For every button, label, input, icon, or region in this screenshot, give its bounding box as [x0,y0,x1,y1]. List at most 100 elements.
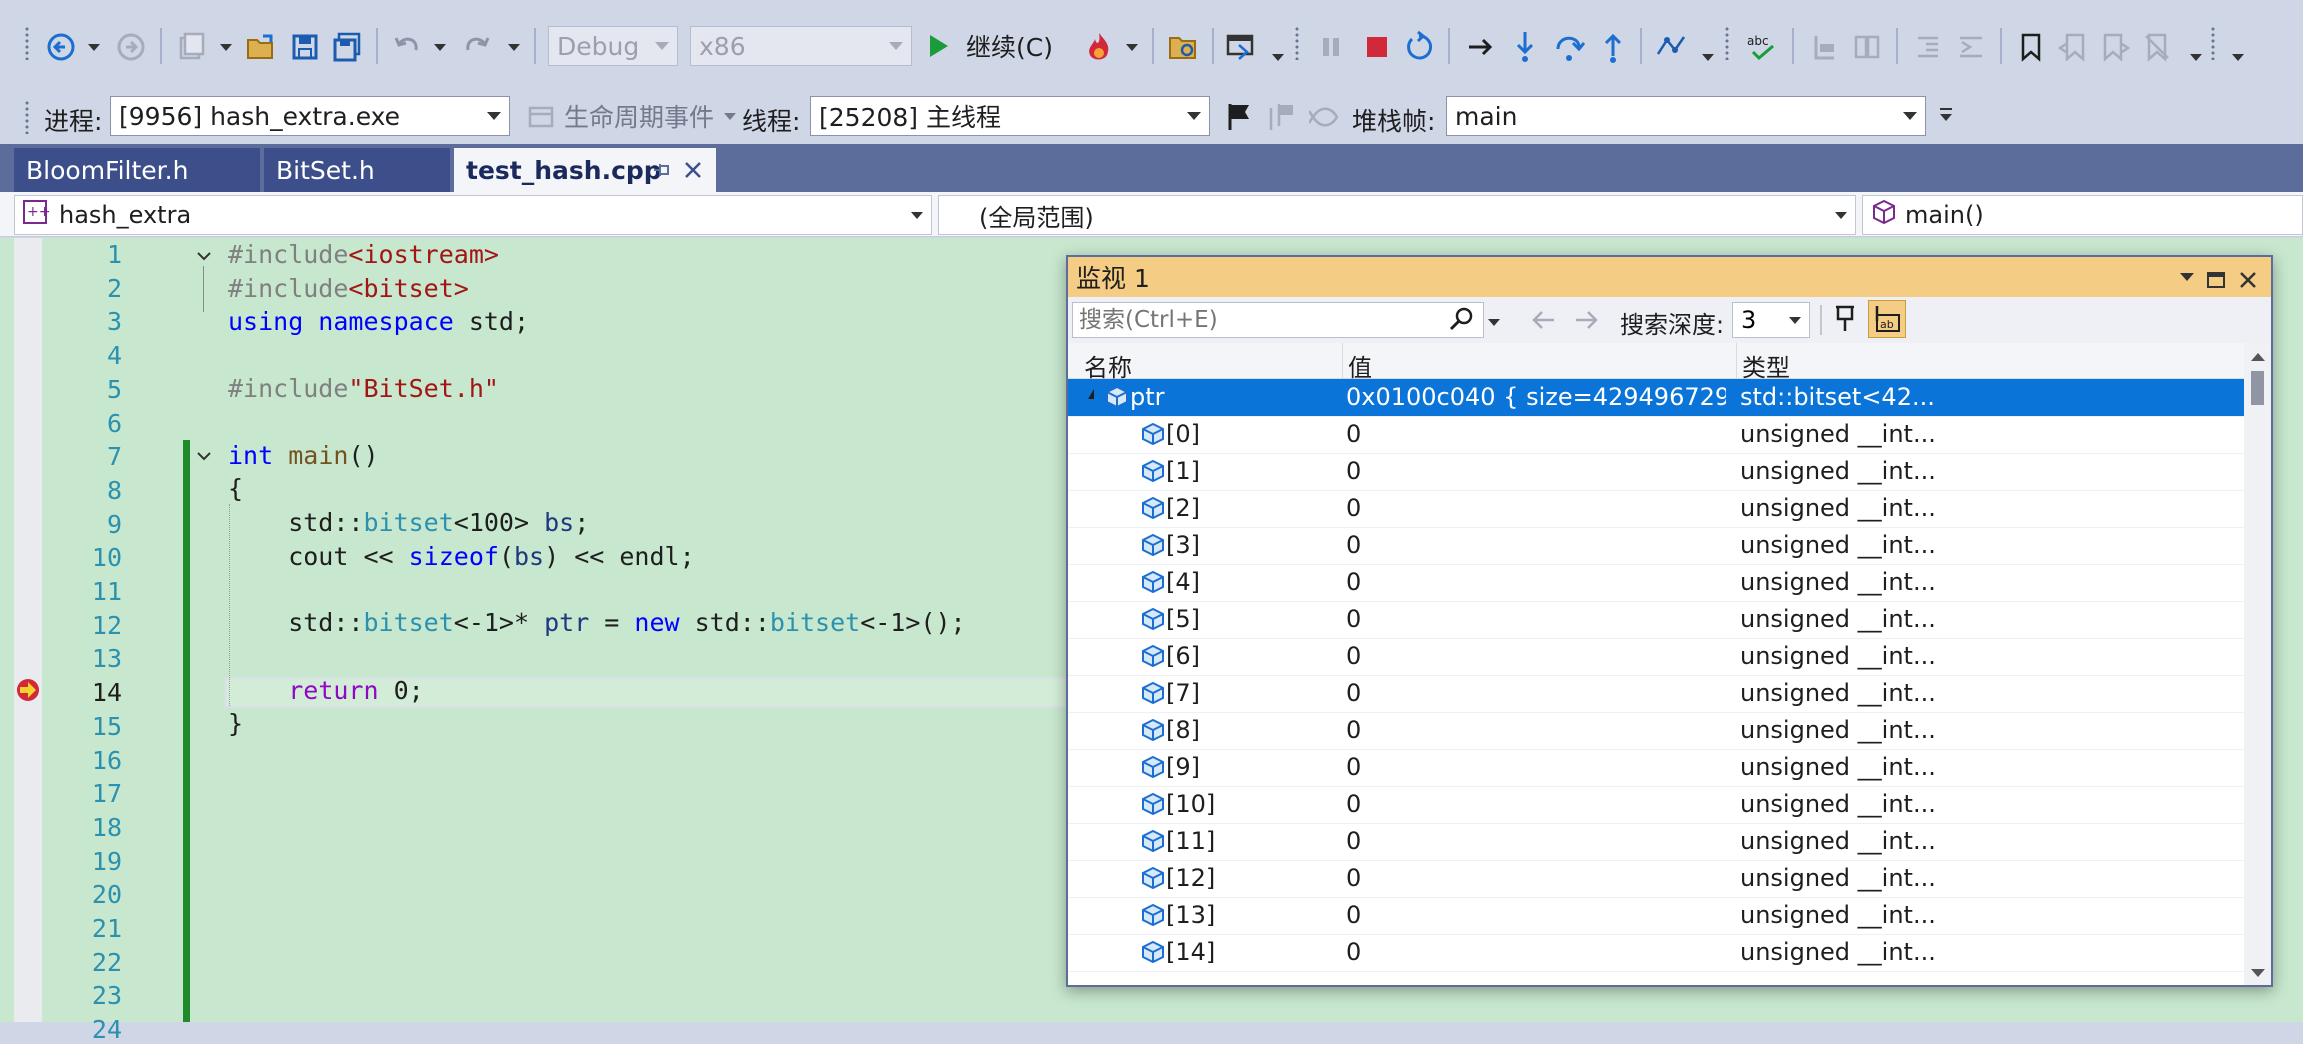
pin-to-source-icon[interactable] [1830,303,1860,339]
undo-dropdown-icon[interactable] [434,44,446,51]
lifecycle-events-icon[interactable] [522,98,560,136]
show-next-statement-icon[interactable] [1462,28,1500,66]
toolbar-options-icon[interactable] [1940,114,1952,121]
continue-button[interactable]: 继续(C) [924,26,1084,66]
watch-cell-value[interactable]: 0 [1346,642,1361,670]
toolbar-options-icon[interactable] [2232,54,2244,61]
solution-platform-combo[interactable]: x86 [690,26,912,66]
watch-row-ptr[interactable]: ptr 0x0100c040 { size=4294967295 } std::bi… [1068,379,2244,417]
open-folder-icon[interactable] [242,28,280,66]
toolbar-grip[interactable] [24,26,30,60]
watch-row[interactable]: [1] 0 unsigned __int... [1068,453,2244,491]
watch-cell-value[interactable]: 0 [1346,531,1361,559]
column-header-value[interactable]: 值 [1348,348,1372,383]
watch-cell-value[interactable]: 0 [1346,716,1361,744]
watch-vertical-scrollbar[interactable] [2244,343,2271,985]
watch-cell-value[interactable]: 0 [1346,605,1361,633]
close-tab-icon[interactable] [682,158,704,187]
search-previous-icon[interactable] [1530,307,1558,337]
new-project-icon[interactable] [172,28,210,66]
watch-cell-value[interactable]: 0 [1346,457,1361,485]
flag-threads-icon[interactable] [1262,98,1300,136]
watch-title-bar[interactable]: 监视 1 [1068,257,2271,297]
watch-row[interactable]: [11] 0 unsigned __int... [1068,823,2244,861]
redo-dropdown-icon[interactable] [508,44,520,51]
break-all-icon[interactable] [1312,28,1350,66]
thread-combo[interactable]: [25208] 主线程 [810,96,1210,136]
close-icon[interactable] [2238,267,2258,296]
tab-test-hash[interactable]: test_hash.cpp [454,148,716,192]
toolbar-grip[interactable] [1724,26,1730,60]
watch-cell-value[interactable]: 0 [1346,679,1361,707]
increase-indent-icon[interactable] [1952,28,1990,66]
column-divider[interactable] [1736,343,1737,379]
bookmark-icon[interactable] [2012,28,2050,66]
restart-icon[interactable] [1400,28,1438,66]
redo-icon[interactable] [458,28,496,66]
previous-bookmark-icon[interactable] [2054,28,2092,66]
step-into-icon[interactable] [1506,28,1544,66]
breakpoint-margin[interactable] [14,238,42,1022]
watch-row[interactable]: [2] 0 unsigned __int... [1068,490,2244,528]
watch-cell-value[interactable]: 0x0100c040 { size=4294967295 } [1346,383,1726,411]
spell-check-icon[interactable]: abc [1742,28,1780,66]
scroll-thumb[interactable] [2251,371,2264,405]
watch-cell-value[interactable]: 0 [1346,827,1361,855]
watch-row[interactable]: [10] 0 unsigned __int... [1068,786,2244,824]
pin-icon[interactable] [650,158,672,187]
watch-cell-value[interactable]: 0 [1346,568,1361,596]
uncomment-icon[interactable] [1848,28,1886,66]
hex-dropdown-icon[interactable] [1702,54,1714,61]
watch-cell-value[interactable]: 0 [1346,790,1361,818]
watch-cell-value[interactable]: 0 [1346,420,1361,448]
text-visualizer-toggle-icon[interactable]: ab [1868,300,1906,338]
watch-cell-value[interactable]: 0 [1346,901,1361,929]
new-dropdown-icon[interactable] [220,44,232,51]
scroll-down-icon[interactable] [2251,969,2265,977]
flag-icon[interactable] [1220,98,1258,136]
search-icon[interactable] [1448,306,1474,336]
search-options-dropdown-icon[interactable] [1488,319,1500,326]
watch-search-input[interactable] [1072,302,1484,338]
lifecycle-events-button[interactable]: 生命周期事件 [564,96,740,136]
toolbar-grip[interactable] [24,100,30,134]
stack-frame-combo[interactable]: main [1446,96,1926,136]
watch-row[interactable]: [0] 0 unsigned __int... [1068,416,2244,454]
column-divider[interactable] [1342,343,1343,379]
clear-bookmarks-icon[interactable] [2138,28,2176,66]
save-all-icon[interactable] [328,28,366,66]
process-combo[interactable]: [9956] hash_extra.exe [110,96,510,136]
watch-row[interactable]: [4] 0 unsigned __int... [1068,564,2244,602]
member-combo[interactable]: main() [1862,195,2303,235]
undo-icon[interactable] [388,28,426,66]
expand-collapse-icon[interactable] [1088,389,1094,399]
hot-reload-dropdown-icon[interactable] [1126,44,1138,51]
column-header-name[interactable]: 名称 [1084,348,1132,383]
hot-reload-icon[interactable] [1080,28,1118,66]
insights-dropdown-icon[interactable] [1272,54,1284,61]
back-dropdown-icon[interactable] [88,44,100,51]
watch-cell-value[interactable]: 0 [1346,864,1361,892]
tab-bloomfilter[interactable]: BloomFilter.h [14,148,260,192]
toolbar-grip[interactable] [2210,26,2216,60]
step-over-icon[interactable] [1550,28,1588,66]
watch-row[interactable]: [9] 0 unsigned __int... [1068,749,2244,787]
watch-row[interactable]: [14] 0 unsigned __int... [1068,934,2244,972]
step-out-icon[interactable] [1594,28,1632,66]
bookmark-dropdown-icon[interactable] [2190,54,2202,61]
column-header-type[interactable]: 类型 [1742,348,1790,383]
stack-frame-fish-icon[interactable] [1306,98,1344,136]
window-menu-icon[interactable] [2180,273,2194,281]
decrease-indent-icon[interactable] [1908,28,1946,66]
save-icon[interactable] [286,28,324,66]
collapse-icon[interactable] [196,448,212,468]
watch-row[interactable]: [7] 0 unsigned __int... [1068,675,2244,713]
watch-cell-value[interactable]: 0 [1346,938,1361,966]
toolbar-grip[interactable] [1294,26,1300,60]
scroll-up-icon[interactable] [2251,353,2265,361]
hex-display-icon[interactable] [1652,28,1690,66]
project-combo[interactable]: ++ hash_extra [14,195,932,235]
watch-row[interactable]: [13] 0 unsigned __int... [1068,897,2244,935]
application-insights-icon[interactable] [1222,28,1260,66]
back-icon[interactable] [42,28,80,66]
